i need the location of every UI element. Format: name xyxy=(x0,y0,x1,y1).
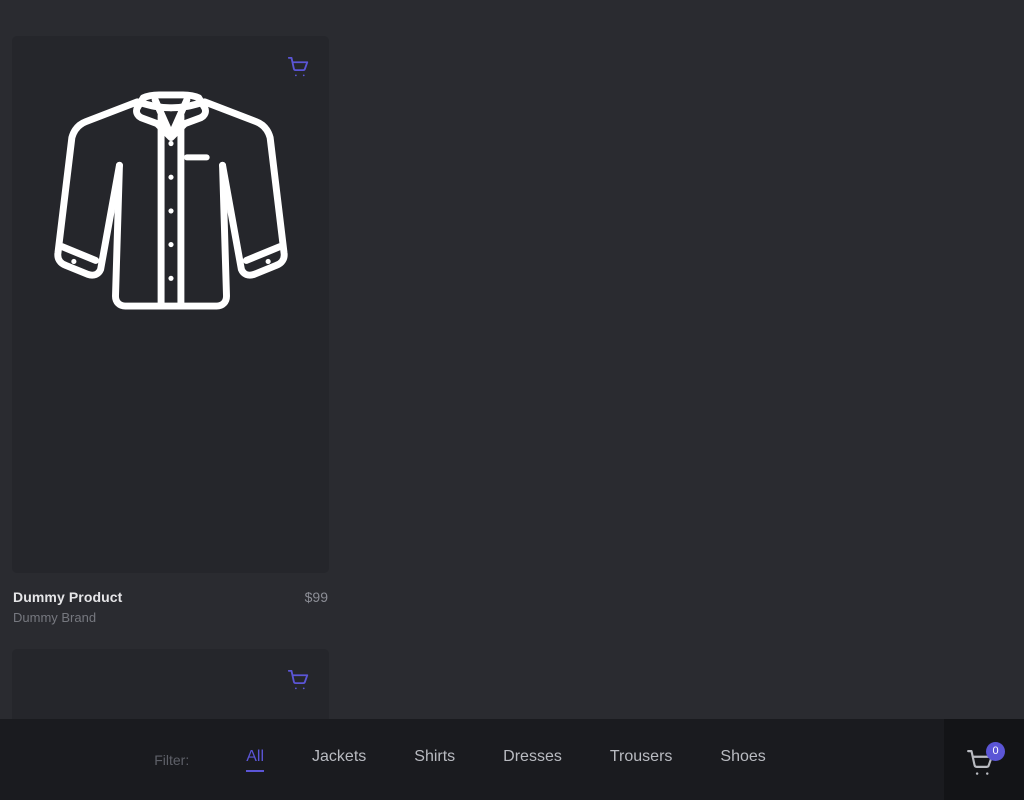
product-card-media[interactable] xyxy=(12,36,329,573)
filter-item-shirts[interactable]: Shirts xyxy=(414,748,455,772)
add-to-cart-button[interactable] xyxy=(285,54,311,80)
product-card-info: Dummy Product $99 Dummy Brand xyxy=(12,573,329,625)
bottom-filter-bar: Filter: All Jackets Shirts Dresses Trous… xyxy=(0,719,1024,800)
product-illustration xyxy=(12,86,329,312)
filter-item-trousers[interactable]: Trousers xyxy=(610,748,673,772)
cart-count-badge: 0 xyxy=(986,741,1005,761)
filter-item-all[interactable]: All xyxy=(246,748,264,772)
app-root: Dummy Product $99 Dummy Brand Filter: Al… xyxy=(0,0,1024,800)
product-brand: Dummy Brand xyxy=(13,610,97,625)
filter-item-shoes[interactable]: Shoes xyxy=(720,748,765,772)
cart-button[interactable]: 0 xyxy=(944,719,1024,800)
filter-item-dresses[interactable]: Dresses xyxy=(503,748,562,772)
filter-nav: Filter: All Jackets Shirts Dresses Trous… xyxy=(0,719,944,800)
cart-icon-wrap: 0 xyxy=(967,741,1005,777)
shopping-cart-icon xyxy=(287,669,309,691)
filter-label: Filter: xyxy=(154,751,190,768)
product-grid: Dummy Product $99 Dummy Brand xyxy=(12,36,1012,800)
add-to-cart-button[interactable] xyxy=(285,667,311,693)
product-price: $99 xyxy=(304,589,328,605)
filter-item-jackets[interactable]: Jackets xyxy=(312,748,366,772)
product-title-row: Dummy Product $99 xyxy=(13,589,328,605)
product-title: Dummy Product xyxy=(13,589,123,605)
shopping-cart-icon xyxy=(287,56,309,78)
